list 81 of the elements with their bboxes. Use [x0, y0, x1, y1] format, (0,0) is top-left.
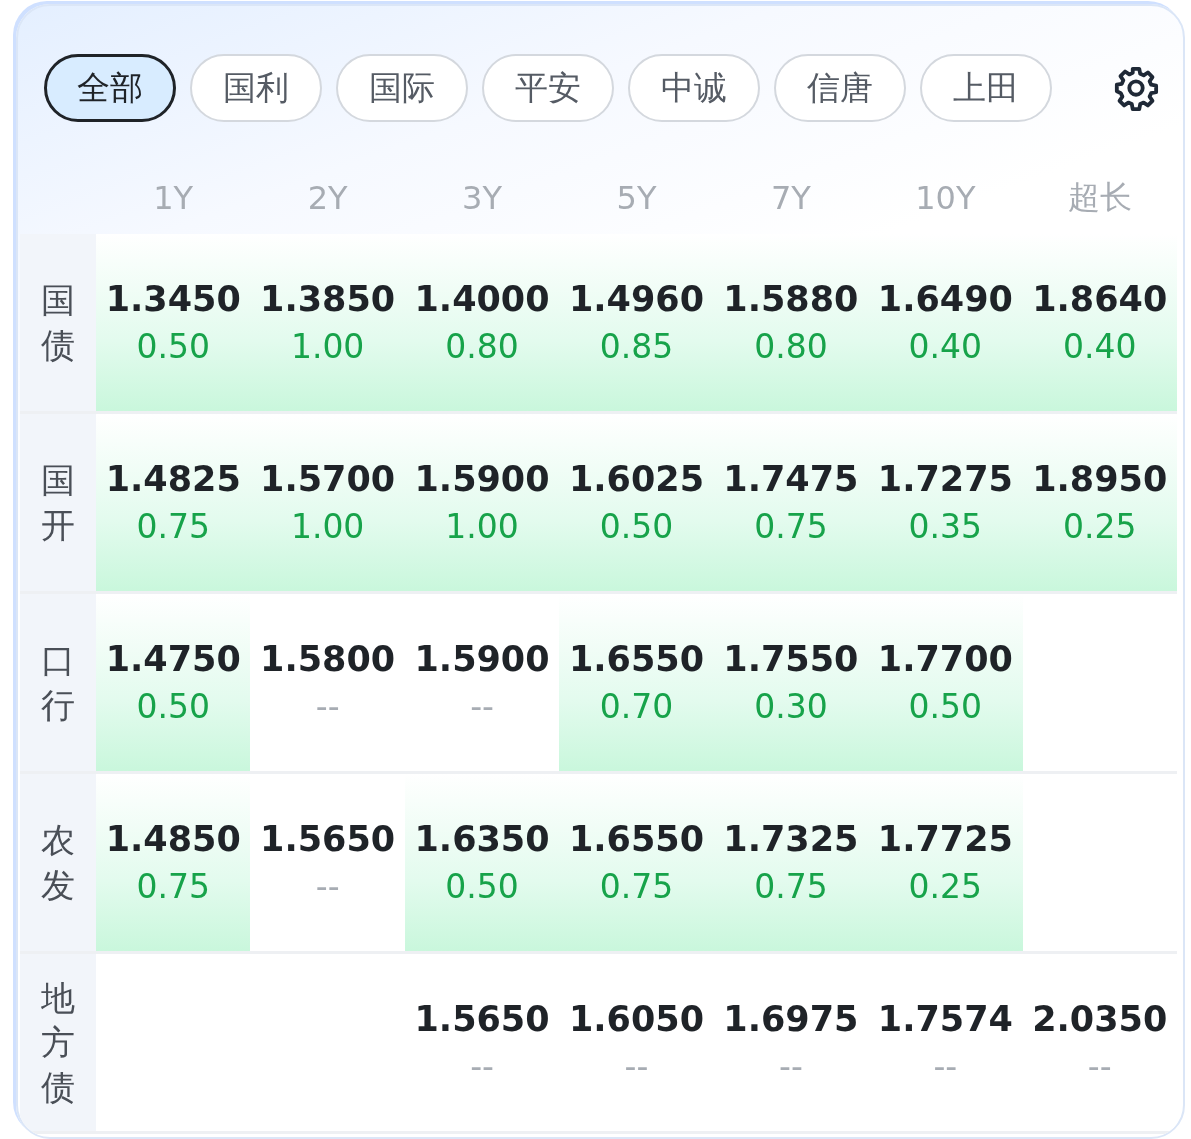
filter-tab[interactable]: 平安 [482, 54, 614, 122]
yield-value: 1.8950 [1032, 459, 1168, 499]
change-value: 0.35 [908, 507, 983, 546]
change-value: -- [315, 687, 340, 726]
yield-value: 1.5900 [414, 459, 550, 499]
change-value: 0.70 [599, 687, 674, 726]
change-value: 1.00 [445, 507, 519, 546]
yield-value: 1.7725 [877, 819, 1013, 859]
row-label: 口行 [41, 639, 75, 727]
change-value: 0.50 [136, 327, 210, 366]
change-value: 0.80 [445, 327, 519, 366]
yield-value: 1.6050 [568, 999, 704, 1039]
change-value: -- [470, 1047, 494, 1086]
change-value: 0.75 [754, 507, 828, 546]
yield-value: 1.7700 [877, 639, 1013, 679]
yield-value: 1.5650 [260, 819, 396, 859]
yield-value: 1.4000 [414, 279, 550, 319]
yield-value: 1.4850 [105, 819, 241, 859]
yield-value: 1.4960 [568, 279, 704, 319]
change-value: 0.50 [908, 687, 983, 726]
change-value: 0.80 [754, 327, 828, 366]
yield-value: 1.5700 [260, 459, 396, 499]
row-label: 国开 [41, 459, 75, 547]
change-value: 0.50 [136, 687, 210, 726]
filter-tab[interactable]: 上田 [920, 54, 1052, 122]
yield-value: 1.7550 [723, 639, 859, 679]
yield-value: 1.3450 [105, 279, 241, 319]
change-value: 0.50 [445, 867, 519, 906]
column-header: 7Y [770, 179, 811, 217]
yield-value: 1.3850 [260, 279, 396, 319]
change-value: 0.25 [908, 867, 983, 906]
yield-value: 1.6550 [568, 639, 704, 679]
yield-value: 1.4825 [105, 459, 241, 499]
change-value: 0.75 [136, 507, 210, 546]
change-value: -- [779, 1047, 803, 1086]
yield-value: 1.4750 [105, 639, 241, 679]
yield-value: 2.0350 [1032, 999, 1168, 1039]
yield-value: 1.5800 [260, 639, 396, 679]
yield-value: 1.5650 [414, 999, 550, 1039]
yield-value: 1.6550 [568, 819, 704, 859]
filter-tab[interactable]: 信唐 [774, 54, 906, 122]
yield-value: 1.8640 [1032, 279, 1168, 319]
change-value: 0.40 [908, 327, 983, 366]
column-header: 10Y [915, 179, 976, 217]
change-value: -- [933, 1047, 958, 1086]
change-value: 0.25 [1063, 507, 1137, 546]
change-value: 0.50 [599, 507, 674, 546]
change-value: -- [624, 1047, 649, 1086]
change-value: -- [1087, 1047, 1112, 1086]
column-header: 5Y [616, 179, 657, 217]
column-header: 超长 [1067, 177, 1132, 218]
yield-value: 1.5880 [723, 279, 859, 319]
row-label: 国债 [41, 279, 75, 367]
yield-value: 1.6490 [877, 279, 1013, 319]
yield-value: 1.6025 [568, 459, 704, 499]
yield-value: 1.7325 [723, 819, 859, 859]
filter-tab[interactable]: 全部 [44, 54, 176, 122]
change-value: -- [315, 867, 340, 906]
row-label: 农发 [41, 819, 75, 907]
row-label: 地方债 [41, 977, 75, 1109]
yield-value: 1.6975 [723, 999, 859, 1039]
change-value: 1.00 [290, 507, 365, 546]
yield-value: 1.7475 [723, 459, 859, 499]
change-value: -- [470, 687, 494, 726]
change-value: 0.75 [599, 867, 674, 906]
column-header: 3Y [462, 179, 502, 217]
yield-value: 1.6350 [414, 819, 550, 859]
change-value: 1.00 [290, 327, 365, 366]
change-value: 0.75 [136, 867, 210, 906]
filter-tab[interactable]: 国利 [190, 54, 322, 122]
change-value: 0.40 [1063, 327, 1137, 366]
filter-tab[interactable]: 国际 [336, 54, 468, 122]
yield-value: 1.7574 [877, 999, 1013, 1039]
column-header: 2Y [307, 179, 348, 217]
change-value: 0.85 [599, 327, 674, 366]
yield-value: 1.5900 [414, 639, 550, 679]
filter-tab[interactable]: 中诚 [628, 54, 760, 122]
change-value: 0.30 [754, 687, 828, 726]
column-header: 1Y [153, 179, 194, 217]
yield-value: 1.7275 [877, 459, 1013, 499]
change-value: 0.75 [754, 867, 828, 906]
